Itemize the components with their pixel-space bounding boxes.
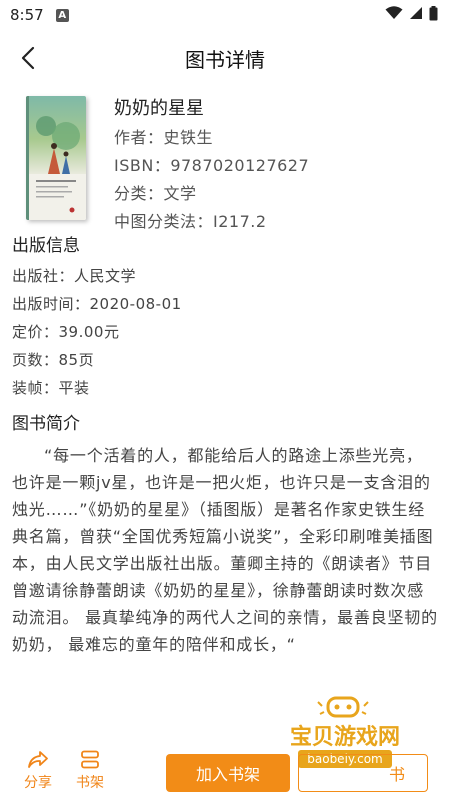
bottom-action-bar: 分享 书架 加入书架 书	[0, 740, 450, 800]
share-icon	[27, 748, 49, 772]
app-notification-icon: A	[55, 8, 69, 22]
publish-info-section: 出版信息 出版社：人民文学 出版时间：2020-08-01 定价：39.00元 …	[0, 230, 450, 402]
chevron-left-icon	[21, 46, 35, 70]
shelf-label: 书架	[76, 775, 104, 791]
back-button[interactable]	[12, 42, 44, 74]
book-header: 奶奶的星星 作者：史铁生 ISBN：9787020127627 分类：文学 中图…	[0, 86, 450, 231]
title-bar: 图书详情	[0, 30, 450, 86]
book-cover[interactable]	[26, 96, 86, 220]
publish-date: 出版时间：2020-08-01	[12, 295, 182, 313]
book-title: 奶奶的星星	[114, 98, 204, 119]
book-meta: 奶奶的星星 作者：史铁生 ISBN：9787020127627 分类：文学 中图…	[114, 94, 309, 236]
book-isbn: ISBN：9787020127627	[114, 156, 310, 175]
book-clc: 中图分类法：I217.2	[114, 212, 267, 231]
intro-section: 图书简介	[0, 408, 450, 440]
status-bar: 8:57 A	[0, 0, 450, 30]
share-button[interactable]: 分享	[12, 748, 64, 792]
price: 定价：39.00元	[12, 323, 120, 341]
status-time: 8:57	[10, 6, 44, 24]
publisher: 出版社：人民文学	[12, 267, 137, 285]
book-author: 作者：史铁生	[114, 128, 214, 147]
shelf-button[interactable]: 书架	[64, 748, 116, 792]
battery-icon	[429, 5, 438, 25]
read-button[interactable]: 书	[298, 754, 428, 792]
add-to-shelf-button[interactable]: 加入书架	[166, 754, 290, 792]
bookshelf-icon	[79, 748, 101, 772]
page-count: 页数：85页	[12, 351, 95, 369]
wifi-icon	[385, 6, 403, 24]
page-title: 图书详情	[185, 47, 265, 72]
intro-text: “每一个活着的人，都能给后人的路途上添些光亮，也许是一颗jv星，也许是一把火炬，…	[12, 446, 438, 654]
intro-heading: 图书简介	[12, 414, 80, 434]
share-label: 分享	[24, 775, 52, 791]
book-category: 分类：文学	[114, 184, 197, 203]
binding: 装帧：平装	[12, 379, 90, 397]
signal-icon	[409, 6, 423, 24]
